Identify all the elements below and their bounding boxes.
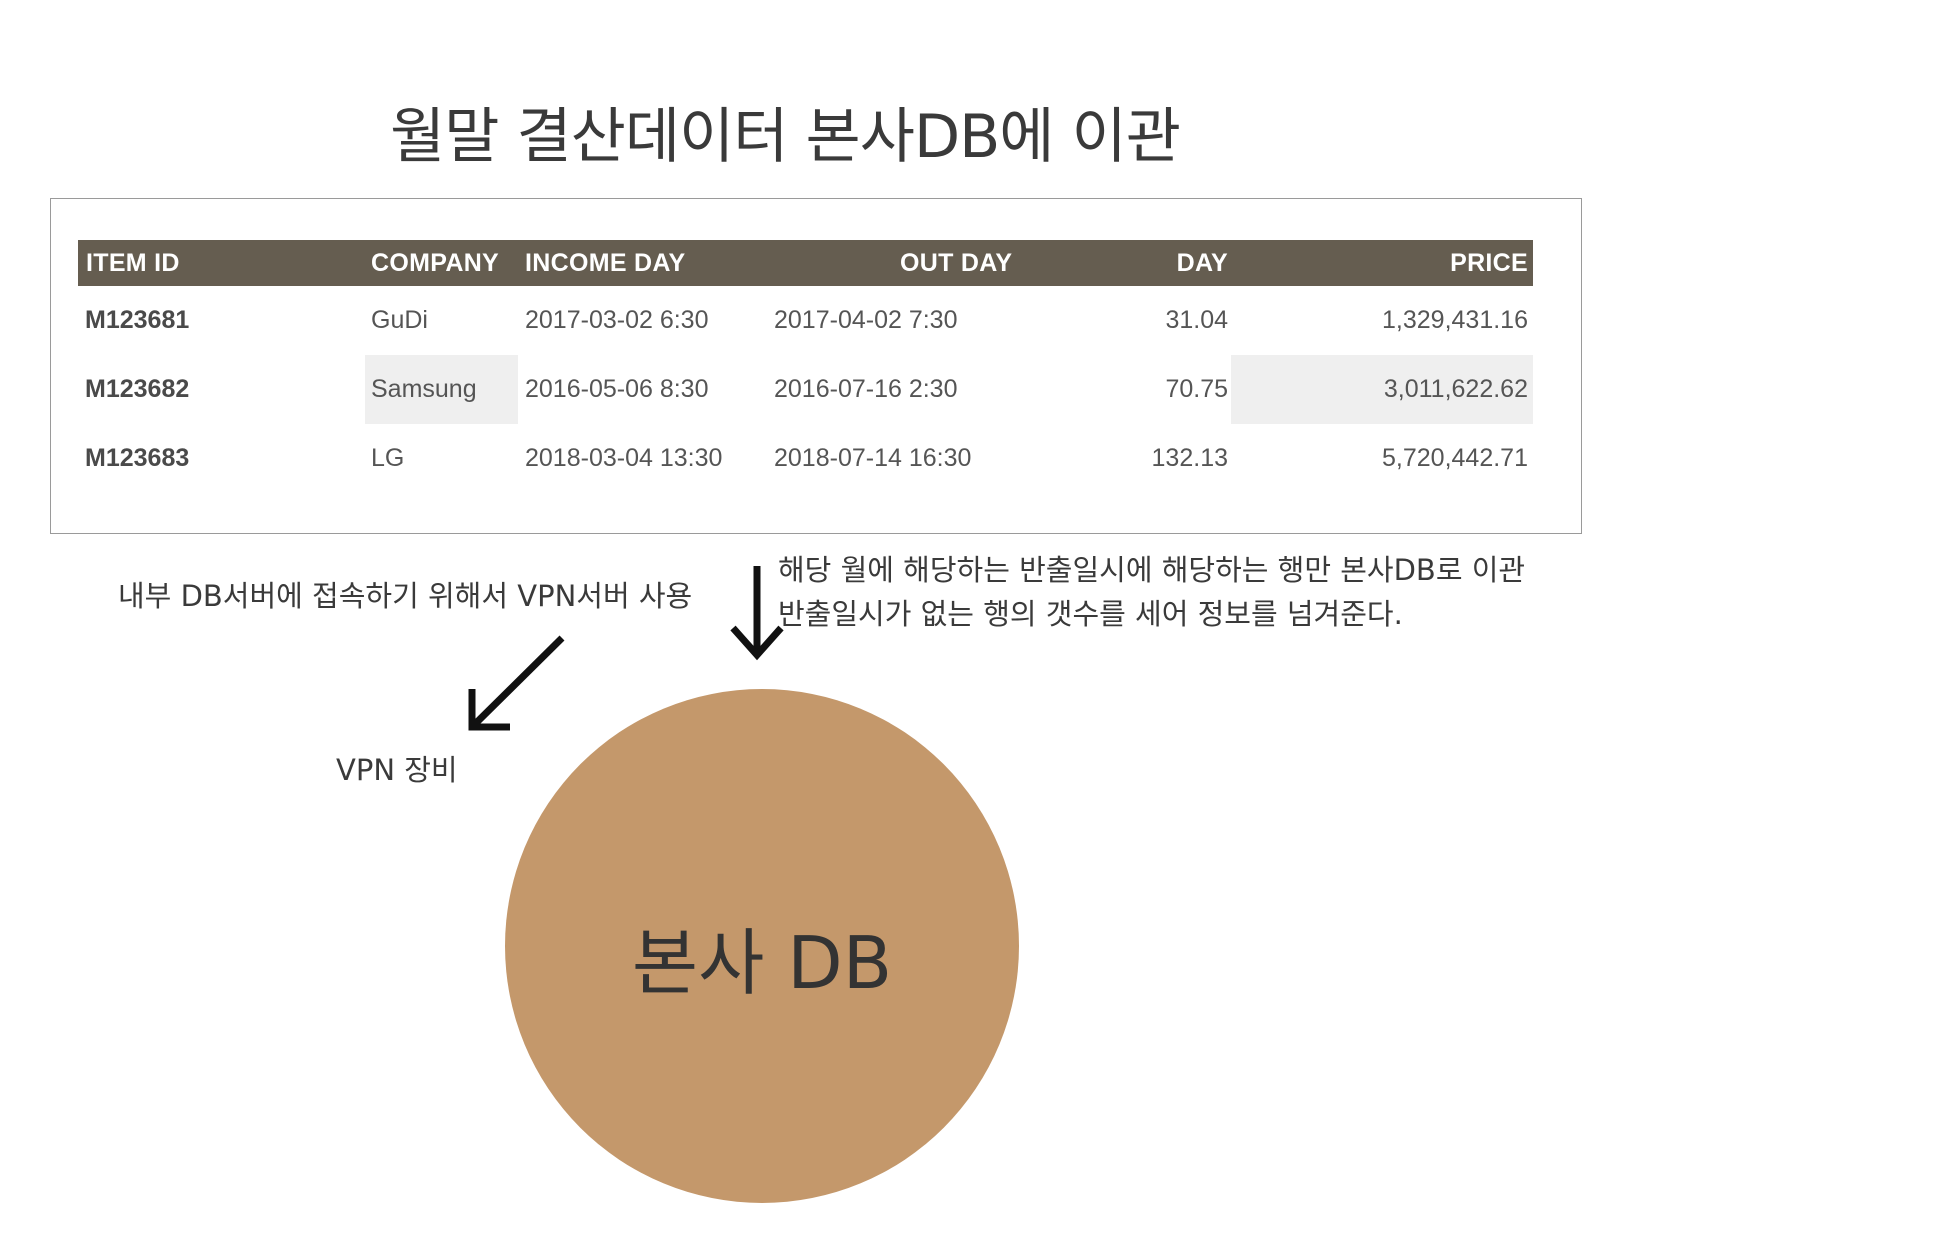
arrow-to-db <box>730 566 784 661</box>
headquarters-db-label: 본사 DB <box>631 921 893 1005</box>
arrow-to-vpn-shaft <box>470 635 565 729</box>
headquarters-db-node: 본사 DB <box>505 689 1019 1203</box>
arrow-to-vpn <box>468 635 565 731</box>
